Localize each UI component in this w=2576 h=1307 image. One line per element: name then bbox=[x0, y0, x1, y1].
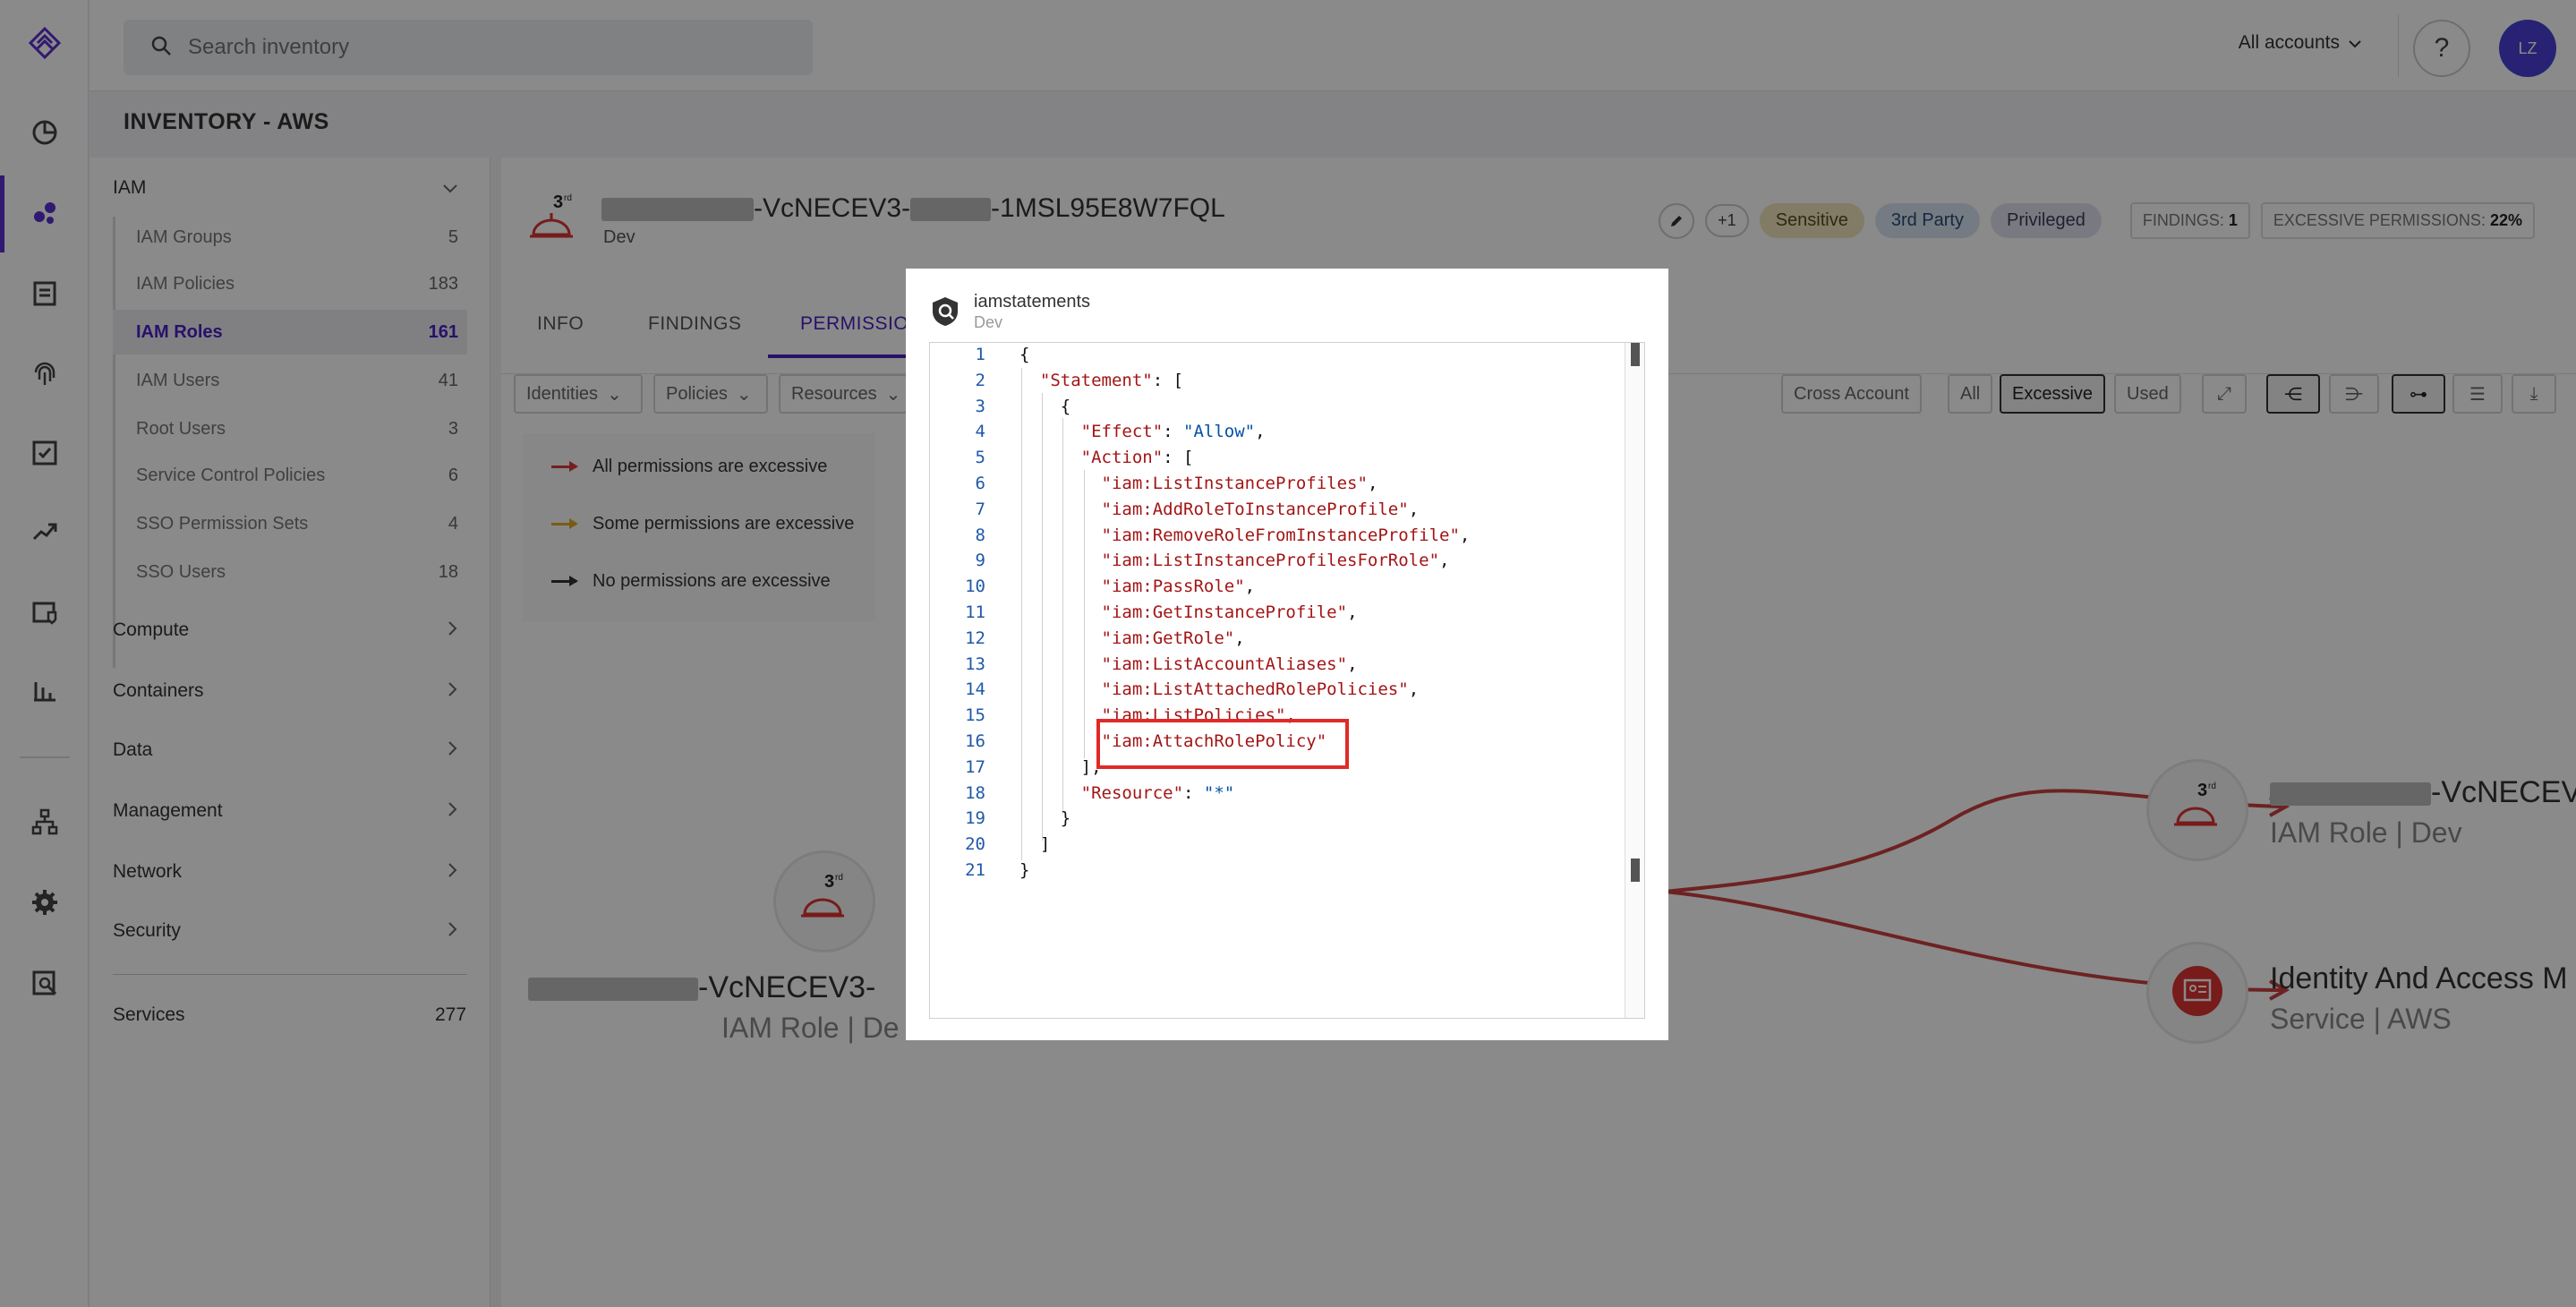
line-number: 16 bbox=[965, 731, 985, 751]
line-number: 11 bbox=[965, 602, 985, 622]
code-line: "Effect": "Allow", bbox=[1080, 422, 1266, 442]
line-number: 4 bbox=[975, 422, 985, 442]
line-number: 20 bbox=[965, 834, 985, 855]
code-line: "iam:ListAccountAliases", bbox=[1101, 654, 1358, 674]
policy-shield-icon bbox=[931, 295, 960, 332]
code-line: "iam:ListAttachedRolePolicies", bbox=[1101, 679, 1420, 700]
code-line: "iam:GetInstanceProfile", bbox=[1101, 602, 1358, 622]
code-line: ], bbox=[1019, 756, 1102, 777]
highlight-attach-role-policy bbox=[1096, 719, 1349, 769]
code-line: "Action": [ bbox=[1080, 448, 1194, 468]
code-line: "iam:PassRole", bbox=[1101, 577, 1256, 597]
modal-subtitle: Dev bbox=[974, 313, 1003, 331]
line-number: 8 bbox=[975, 525, 985, 545]
line-number: 6 bbox=[975, 474, 985, 493]
line-number: 9 bbox=[975, 551, 985, 571]
policy-statement-modal: iamstatements Dev 1 2 3 4 5 6 7 8 9 10 11 12 13 14 15 1… bbox=[906, 269, 1668, 1040]
line-number: 3 bbox=[975, 396, 985, 416]
scrollbar-thumb-top[interactable] bbox=[1631, 343, 1640, 366]
line-number: 1 bbox=[975, 345, 985, 364]
code-line: "Statement": [ bbox=[1039, 370, 1184, 390]
modal-title: iamstatements bbox=[974, 292, 1091, 312]
vertical-scrollbar[interactable] bbox=[1625, 343, 1644, 1018]
line-number: 15 bbox=[965, 705, 985, 726]
code-line: { bbox=[1019, 345, 1030, 364]
json-code-editor[interactable]: 1 2 3 4 5 6 7 8 9 10 11 12 13 14 15 16 17 18 19 20 21 { "Sta… bbox=[929, 342, 1645, 1019]
code-line: "iam:AddRoleToInstanceProfile", bbox=[1101, 499, 1420, 519]
line-number: 12 bbox=[965, 628, 985, 648]
line-number: 5 bbox=[975, 448, 985, 468]
scrollbar-thumb[interactable] bbox=[1631, 859, 1640, 882]
line-number: 17 bbox=[965, 756, 985, 777]
line-number: 2 bbox=[975, 370, 985, 390]
code-line: ] bbox=[1019, 834, 1051, 855]
code-line: "iam:GetRole", bbox=[1101, 628, 1245, 648]
code-line: "iam:RemoveRoleFromInstanceProfile", bbox=[1101, 525, 1471, 545]
code-line: { bbox=[1019, 396, 1071, 416]
line-number: 19 bbox=[965, 808, 985, 829]
code-line: "iam:ListInstanceProfilesForRole", bbox=[1101, 551, 1450, 571]
line-number: 10 bbox=[965, 577, 985, 597]
code-line: } bbox=[1019, 808, 1071, 829]
line-number: 18 bbox=[965, 782, 985, 803]
code-line: "iam:ListInstanceProfiles", bbox=[1101, 474, 1378, 493]
line-number: 14 bbox=[965, 679, 985, 700]
line-number-gutter: 1 2 3 4 5 6 7 8 9 10 11 12 13 14 15 16 17 18 19 20 21 bbox=[930, 343, 993, 1018]
code-line: } bbox=[1019, 860, 1030, 880]
line-number: 7 bbox=[975, 499, 985, 519]
line-number: 21 bbox=[965, 860, 985, 880]
code-line: "Resource": "*" bbox=[1080, 782, 1235, 803]
line-number: 13 bbox=[965, 654, 985, 674]
